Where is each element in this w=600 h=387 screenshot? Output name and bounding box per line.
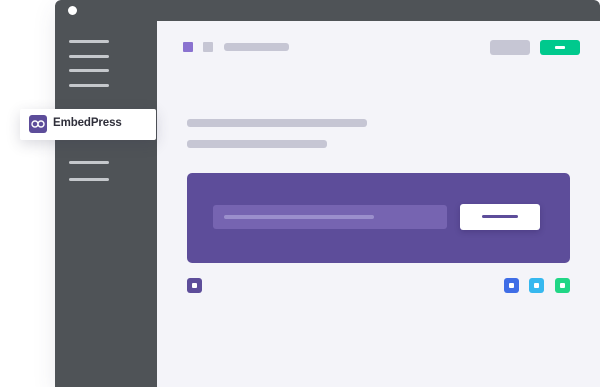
green-action-button[interactable] [540,40,580,55]
heading-placeholder [187,119,367,127]
chip-icon [509,283,514,288]
chip-icon [534,283,539,288]
sidebar-menu-line[interactable] [69,161,109,164]
submit-button[interactable] [460,204,540,230]
subheading-placeholder [187,140,327,148]
brand-label[interactable]: EmbedPress [20,109,156,140]
purple-chip[interactable] [187,278,202,293]
chip-icon [560,283,565,288]
purple-square-icon [183,42,193,52]
infinity-link-icon [29,115,47,133]
window-dot-icon[interactable] [68,6,77,15]
sidebar-menu-line[interactable] [69,69,109,72]
embed-banner [187,173,570,263]
main-content [157,21,600,387]
sidebar-menu-line[interactable] [69,178,109,181]
sidebar-menu-line[interactable] [69,40,109,43]
brand-name: EmbedPress [53,117,122,129]
submit-bar-icon [482,215,518,218]
gray-square-icon [203,42,213,52]
sidebar-menu-line[interactable] [69,55,109,58]
blue-chip[interactable] [504,278,519,293]
minus-icon [555,46,565,49]
sidebar [55,21,157,387]
chip-icon [192,283,197,288]
title-bar [55,0,600,21]
cyan-chip[interactable] [529,278,544,293]
sidebar-menu-line[interactable] [69,84,109,87]
placeholder-button[interactable] [490,40,530,55]
url-input[interactable] [213,205,447,229]
green-chip[interactable] [555,278,570,293]
url-input-placeholder [224,215,374,219]
breadcrumb-placeholder [224,43,289,51]
app-window [55,0,600,387]
